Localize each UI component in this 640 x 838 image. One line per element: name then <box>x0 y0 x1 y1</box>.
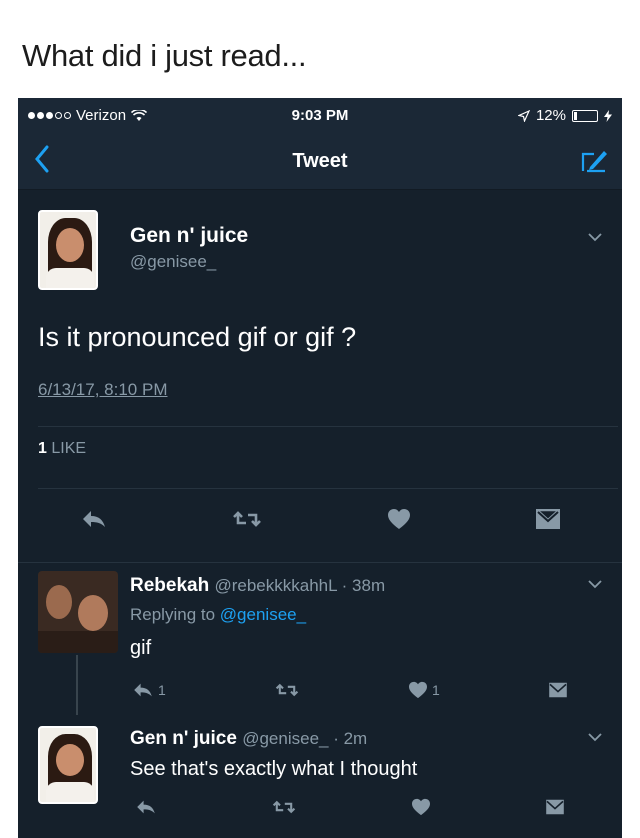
direct-message-icon[interactable] <box>545 799 565 815</box>
battery-percent: 12% <box>535 107 566 124</box>
avatar[interactable] <box>38 571 118 653</box>
retweet-icon[interactable] <box>232 509 262 529</box>
retweet-icon[interactable] <box>274 682 300 698</box>
likes-count[interactable]: 1 LIKE <box>38 440 86 458</box>
avatar[interactable] <box>38 210 98 290</box>
tweet-text: Is it pronounced gif or gif ? <box>38 322 357 352</box>
reply-author-name[interactable]: Gen n' juice <box>130 728 237 749</box>
author-name[interactable]: Gen n' juice <box>130 224 248 248</box>
action-bar <box>18 508 622 530</box>
direct-message-icon[interactable] <box>548 682 568 698</box>
tweet-timestamp[interactable]: 6/13/17, 8:10 PM <box>38 380 167 400</box>
reply-handle-time: @genisee_ · 2m <box>242 729 368 748</box>
reply-count: 1 <box>158 682 166 698</box>
location-icon <box>517 109 530 122</box>
heart-icon[interactable] <box>387 508 411 530</box>
reply-text: See that's exactly what I thought <box>130 758 418 780</box>
mention-link[interactable]: @genisee_ <box>220 605 306 624</box>
chevron-down-icon[interactable] <box>588 232 602 242</box>
nav-bar: Tweet <box>18 132 622 190</box>
chevron-down-icon[interactable] <box>588 579 602 589</box>
reply-author-name[interactable]: Rebekah <box>130 575 209 596</box>
charging-icon <box>604 109 612 122</box>
status-bar: Verizon 9:03 PM 12% <box>18 98 622 132</box>
divider <box>38 488 618 489</box>
avatar[interactable] <box>38 726 98 804</box>
reply-handle-time: @rebekkkkahhL · 38m <box>214 576 386 595</box>
heart-icon[interactable]: 1 <box>408 681 440 699</box>
heart-icon[interactable] <box>411 798 431 816</box>
replying-to: Replying to @genisee_ <box>130 605 307 624</box>
reply-text: gif <box>130 637 152 659</box>
main-tweet: Gen n' juice @genisee_ Is it pronounced … <box>18 190 622 562</box>
phone-screen: Verizon 9:03 PM 12% Tweet Gen n' juice @… <box>18 98 622 838</box>
author-handle[interactable]: @genisee_ <box>130 252 216 272</box>
reply-action-bar: 1 1 <box>18 681 622 699</box>
reply-icon[interactable] <box>81 509 107 529</box>
reply-icon[interactable] <box>135 799 157 815</box>
battery-icon <box>572 109 598 122</box>
retweet-icon[interactable] <box>271 799 297 815</box>
reply-tweet[interactable]: Gen n' juice @genisee_ · 2m See that's e… <box>18 716 622 838</box>
reply-icon[interactable]: 1 <box>132 682 166 698</box>
like-count: 1 <box>432 682 440 698</box>
compose-icon[interactable] <box>580 148 608 174</box>
divider <box>38 426 618 427</box>
reply-action-bar <box>18 798 622 816</box>
chevron-down-icon[interactable] <box>588 732 602 742</box>
reply-tweet[interactable]: Rebekah @rebekkkkahhL · 38m Replying to … <box>18 562 622 716</box>
direct-message-icon[interactable] <box>535 509 560 529</box>
caption: What did i just read... <box>22 38 307 73</box>
nav-title: Tweet <box>292 150 348 172</box>
